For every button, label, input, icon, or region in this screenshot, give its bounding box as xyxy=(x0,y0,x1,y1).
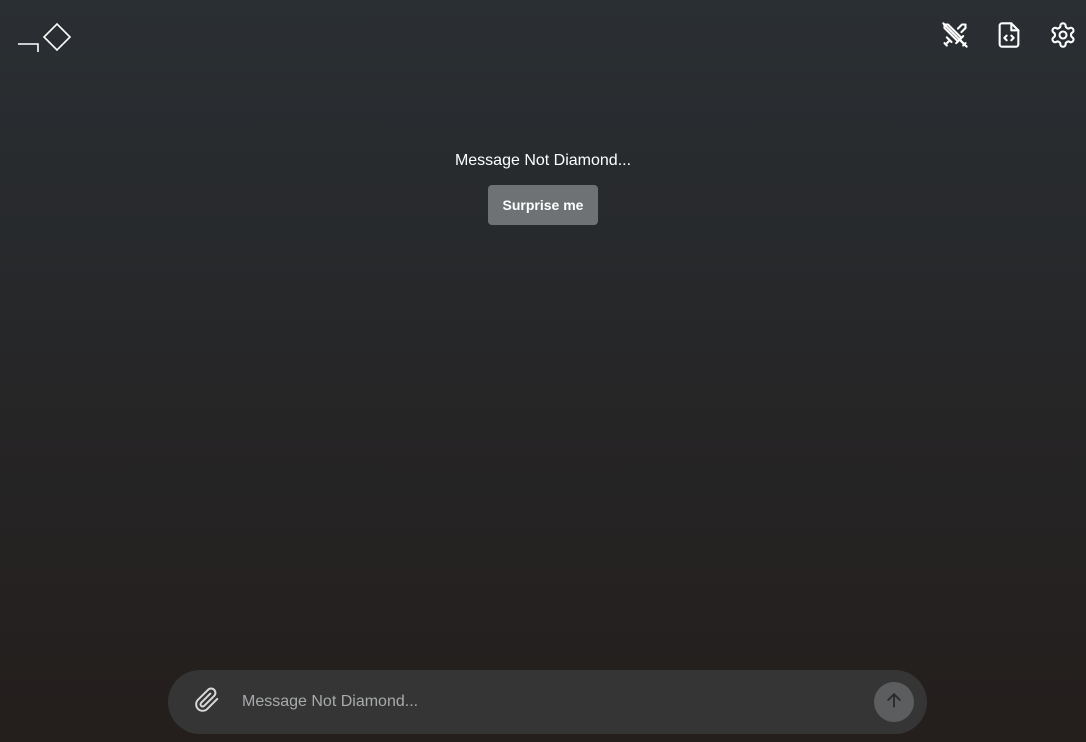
not-diamond-logo-icon[interactable] xyxy=(16,22,74,52)
file-code-icon xyxy=(995,20,1023,50)
surprise-me-button[interactable]: Surprise me xyxy=(487,185,599,225)
settings-button[interactable] xyxy=(1049,20,1077,50)
attach-file-button[interactable] xyxy=(192,687,222,717)
view-code-button[interactable] xyxy=(995,20,1023,50)
crossed-swords-icon xyxy=(941,21,969,49)
message-input[interactable] xyxy=(240,681,874,723)
paperclip-icon xyxy=(194,687,220,718)
arrow-up-icon xyxy=(884,690,904,715)
message-composer xyxy=(168,670,927,734)
empty-state: Message Not Diamond... Surprise me xyxy=(0,149,1086,225)
send-button[interactable] xyxy=(874,682,914,722)
gear-icon xyxy=(1049,21,1077,49)
header-actions xyxy=(941,20,1077,50)
empty-state-title: Message Not Diamond... xyxy=(454,152,632,169)
arena-button[interactable] xyxy=(941,20,969,50)
